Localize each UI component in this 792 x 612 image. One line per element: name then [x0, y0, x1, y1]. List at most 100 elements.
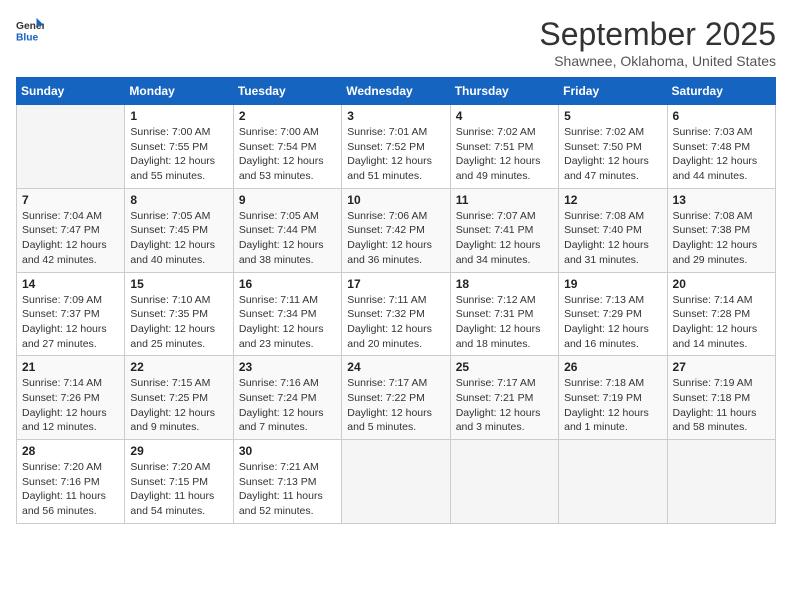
day-info: Sunrise: 7:20 AMSunset: 7:15 PMDaylight:… — [130, 460, 227, 519]
day-number: 3 — [347, 109, 444, 123]
calendar-cell: 23 Sunrise: 7:16 AMSunset: 7:24 PMDayligh… — [233, 356, 341, 440]
day-info: Sunrise: 7:15 AMSunset: 7:25 PMDaylight:… — [130, 376, 227, 435]
day-number: 2 — [239, 109, 336, 123]
day-number: 9 — [239, 193, 336, 207]
day-info: Sunrise: 7:04 AMSunset: 7:47 PMDaylight:… — [22, 209, 119, 268]
day-number: 22 — [130, 360, 227, 374]
day-info: Sunrise: 7:14 AMSunset: 7:26 PMDaylight:… — [22, 376, 119, 435]
calendar-cell: 27Sunrise: 7:19 AMSunset: 7:18 PMDayligh… — [667, 356, 775, 440]
calendar-cell: 17 Sunrise: 7:11 AMSunset: 7:32 PMDayligh… — [342, 272, 450, 356]
week-row-1: 1 Sunrise: 7:00 AMSunset: 7:55 PMDaylight… — [17, 105, 776, 189]
day-number: 28 — [22, 444, 119, 458]
day-info: Sunrise: 7:18 AMSunset: 7:19 PMDaylight:… — [564, 376, 661, 435]
day-number: 30 — [239, 444, 336, 458]
day-number: 25 — [456, 360, 553, 374]
logo: General Blue — [16, 16, 44, 44]
day-info: Sunrise: 7:09 AMSunset: 7:37 PMDaylight:… — [22, 293, 119, 352]
calendar-cell: 28Sunrise: 7:20 AMSunset: 7:16 PMDayligh… — [17, 440, 125, 524]
week-row-2: 7 Sunrise: 7:04 AMSunset: 7:47 PMDaylight… — [17, 188, 776, 272]
day-number: 23 — [239, 360, 336, 374]
day-number: 6 — [673, 109, 770, 123]
calendar-cell: 22 Sunrise: 7:15 AMSunset: 7:25 PMDayligh… — [125, 356, 233, 440]
calendar-table: SundayMondayTuesdayWednesdayThursdayFrid… — [16, 77, 776, 524]
calendar-cell: 29 Sunrise: 7:20 AMSunset: 7:15 PMDayligh… — [125, 440, 233, 524]
calendar-cell: 13 Sunrise: 7:08 AMSunset: 7:38 PMDayligh… — [667, 188, 775, 272]
day-number: 15 — [130, 277, 227, 291]
day-info: Sunrise: 7:13 AMSunset: 7:29 PMDaylight:… — [564, 293, 661, 352]
day-number: 20 — [673, 277, 770, 291]
calendar-cell: 14 Sunrise: 7:09 AMSunset: 7:37 PMDayligh… — [17, 272, 125, 356]
day-info: Sunrise: 7:01 AMSunset: 7:52 PMDaylight:… — [347, 125, 444, 184]
day-info: Sunrise: 7:16 AMSunset: 7:24 PMDaylight:… — [239, 376, 336, 435]
day-number: 21 — [22, 360, 119, 374]
logo-icon: General Blue — [16, 16, 44, 44]
day-info: Sunrise: 7:07 AMSunset: 7:41 PMDaylight:… — [456, 209, 553, 268]
day-number: 11 — [456, 193, 553, 207]
calendar-cell: 19Sunrise: 7:13 AMSunset: 7:29 PMDayligh… — [559, 272, 667, 356]
calendar-cell: 26 Sunrise: 7:18 AMSunset: 7:19 PMDayligh… — [559, 356, 667, 440]
day-number: 16 — [239, 277, 336, 291]
calendar-cell: 24Sunrise: 7:17 AMSunset: 7:22 PMDayligh… — [342, 356, 450, 440]
day-info: Sunrise: 7:08 AMSunset: 7:40 PMDaylight:… — [564, 209, 661, 268]
day-info: Sunrise: 7:05 AMSunset: 7:45 PMDaylight:… — [130, 209, 227, 268]
day-number: 5 — [564, 109, 661, 123]
day-number: 26 — [564, 360, 661, 374]
dow-tuesday: Tuesday — [233, 78, 341, 105]
subtitle: Shawnee, Oklahoma, United States — [539, 53, 776, 69]
calendar-cell: 8 Sunrise: 7:05 AMSunset: 7:45 PMDaylight… — [125, 188, 233, 272]
day-info: Sunrise: 7:02 AMSunset: 7:51 PMDaylight:… — [456, 125, 553, 184]
calendar-cell: 18 Sunrise: 7:12 AMSunset: 7:31 PMDayligh… — [450, 272, 558, 356]
svg-text:Blue: Blue — [16, 32, 39, 43]
day-number: 17 — [347, 277, 444, 291]
day-number: 13 — [673, 193, 770, 207]
day-number: 14 — [22, 277, 119, 291]
day-info: Sunrise: 7:03 AMSunset: 7:48 PMDaylight:… — [673, 125, 770, 184]
dow-sunday: Sunday — [17, 78, 125, 105]
day-number: 12 — [564, 193, 661, 207]
day-info: Sunrise: 7:17 AMSunset: 7:21 PMDaylight:… — [456, 376, 553, 435]
dow-monday: Monday — [125, 78, 233, 105]
calendar-cell: 4 Sunrise: 7:02 AMSunset: 7:51 PMDaylight… — [450, 105, 558, 189]
day-number: 4 — [456, 109, 553, 123]
week-row-5: 28Sunrise: 7:20 AMSunset: 7:16 PMDayligh… — [17, 440, 776, 524]
day-info: Sunrise: 7:12 AMSunset: 7:31 PMDaylight:… — [456, 293, 553, 352]
day-number: 1 — [130, 109, 227, 123]
day-info: Sunrise: 7:02 AMSunset: 7:50 PMDaylight:… — [564, 125, 661, 184]
day-number: 18 — [456, 277, 553, 291]
calendar-cell: 9 Sunrise: 7:05 AMSunset: 7:44 PMDaylight… — [233, 188, 341, 272]
calendar-cell: 6 Sunrise: 7:03 AMSunset: 7:48 PMDaylight… — [667, 105, 775, 189]
day-info: Sunrise: 7:05 AMSunset: 7:44 PMDaylight:… — [239, 209, 336, 268]
title-block: September 2025 Shawnee, Oklahoma, United… — [539, 16, 776, 69]
calendar-cell: 3 Sunrise: 7:01 AMSunset: 7:52 PMDaylight… — [342, 105, 450, 189]
day-info: Sunrise: 7:08 AMSunset: 7:38 PMDaylight:… — [673, 209, 770, 268]
calendar-cell — [17, 105, 125, 189]
day-info: Sunrise: 7:11 AMSunset: 7:32 PMDaylight:… — [347, 293, 444, 352]
month-title: September 2025 — [539, 16, 776, 53]
calendar-cell: 20 Sunrise: 7:14 AMSunset: 7:28 PMDayligh… — [667, 272, 775, 356]
calendar-cell: 25 Sunrise: 7:17 AMSunset: 7:21 PMDayligh… — [450, 356, 558, 440]
day-info: Sunrise: 7:00 AMSunset: 7:54 PMDaylight:… — [239, 125, 336, 184]
day-number: 10 — [347, 193, 444, 207]
day-info: Sunrise: 7:19 AMSunset: 7:18 PMDaylight:… — [673, 376, 770, 435]
day-info: Sunrise: 7:21 AMSunset: 7:13 PMDaylight:… — [239, 460, 336, 519]
day-info: Sunrise: 7:14 AMSunset: 7:28 PMDaylight:… — [673, 293, 770, 352]
calendar-cell: 30 Sunrise: 7:21 AMSunset: 7:13 PMDayligh… — [233, 440, 341, 524]
dow-friday: Friday — [559, 78, 667, 105]
calendar-cell: 21 Sunrise: 7:14 AMSunset: 7:26 PMDayligh… — [17, 356, 125, 440]
calendar-cell: 12 Sunrise: 7:08 AMSunset: 7:40 PMDayligh… — [559, 188, 667, 272]
week-row-3: 14 Sunrise: 7:09 AMSunset: 7:37 PMDayligh… — [17, 272, 776, 356]
calendar-cell: 5 Sunrise: 7:02 AMSunset: 7:50 PMDaylight… — [559, 105, 667, 189]
dow-wednesday: Wednesday — [342, 78, 450, 105]
dow-thursday: Thursday — [450, 78, 558, 105]
day-info: Sunrise: 7:06 AMSunset: 7:42 PMDaylight:… — [347, 209, 444, 268]
day-info: Sunrise: 7:00 AMSunset: 7:55 PMDaylight:… — [130, 125, 227, 184]
day-number: 8 — [130, 193, 227, 207]
day-info: Sunrise: 7:11 AMSunset: 7:34 PMDaylight:… — [239, 293, 336, 352]
day-number: 7 — [22, 193, 119, 207]
calendar-cell: 16 Sunrise: 7:11 AMSunset: 7:34 PMDayligh… — [233, 272, 341, 356]
calendar-cell — [450, 440, 558, 524]
calendar-cell: 11 Sunrise: 7:07 AMSunset: 7:41 PMDayligh… — [450, 188, 558, 272]
dow-saturday: Saturday — [667, 78, 775, 105]
day-number: 29 — [130, 444, 227, 458]
calendar-cell: 1 Sunrise: 7:00 AMSunset: 7:55 PMDaylight… — [125, 105, 233, 189]
